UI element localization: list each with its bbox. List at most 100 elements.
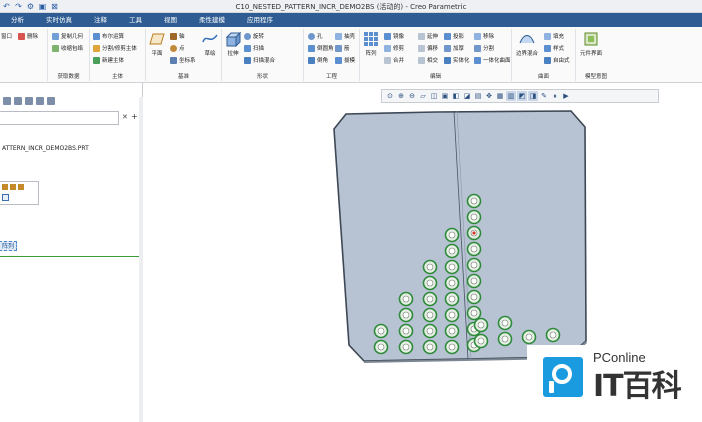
edit-definition-icon[interactable] [2, 184, 8, 190]
insert-indicator[interactable] [0, 256, 140, 257]
fill-label: 填充 [553, 34, 565, 40]
datum-display-icon[interactable]: ◪ [462, 91, 472, 101]
shell-button[interactable]: 抽壳 [335, 32, 355, 40]
saved-views-icon[interactable]: ▣ [440, 91, 450, 101]
annotation-icon[interactable]: ✎ [539, 91, 549, 101]
datum-group-label[interactable]: 基准 [146, 72, 221, 80]
csys-label: 坐标系 [179, 58, 196, 64]
body-group-label[interactable]: 主体 [90, 72, 145, 80]
annotation-display-icon[interactable]: ▤ [473, 91, 483, 101]
fill-button[interactable]: 填充 [544, 32, 564, 40]
tab-analysis[interactable]: 分析 [0, 13, 35, 27]
surfaces-group-label[interactable]: 曲面 [512, 72, 575, 80]
chamfer-button[interactable]: 倒角 [308, 56, 328, 64]
add-column-icon[interactable]: + [131, 112, 138, 121]
thicken-button[interactable]: 加厚 [444, 44, 464, 52]
extend-label: 延伸 [427, 34, 439, 40]
editing-group-label[interactable]: 编辑 [360, 72, 511, 80]
zoom-out-icon[interactable]: ⊖ [407, 91, 417, 101]
new-body-button[interactable]: 新建主体 [93, 56, 124, 64]
hole [466, 257, 482, 273]
clear-search-icon[interactable]: ✕ [122, 113, 128, 121]
solidify-button[interactable]: 实体化 [444, 56, 470, 64]
revolve-button[interactable]: 旋转 [244, 32, 264, 40]
intersect-button[interactable]: 相交 [418, 56, 438, 64]
delete-button[interactable]: 删除 [18, 32, 38, 40]
model-intent-group-label[interactable]: 模型意图 [576, 72, 616, 80]
round-button[interactable]: 倒圆角 [308, 44, 334, 52]
model-tree-icon[interactable] [3, 97, 11, 105]
shrinkwrap-button[interactable]: 收缩包络 [52, 44, 83, 52]
shapes-group-label[interactable]: 形状 [222, 72, 303, 80]
csys-icon [170, 56, 177, 64]
component-interface-button[interactable]: 元件界面 [580, 31, 602, 57]
part-name[interactable]: ATTERN_INCR_DEMO2BS.PRT [2, 145, 89, 152]
split-trim-body-button[interactable]: 分割/修剪主体 [93, 44, 137, 52]
point-display-icon[interactable]: ◩ [517, 91, 527, 101]
edit-dimensions-icon[interactable] [10, 184, 16, 190]
pause-icon[interactable]: ⏸ [550, 91, 560, 101]
window-button[interactable]: 窗口 [1, 32, 12, 40]
axis-icon [170, 32, 177, 40]
spin-center-icon[interactable]: ✥ [484, 91, 494, 101]
split-button[interactable]: 分割 [474, 44, 494, 52]
rib-button[interactable]: 筋 [335, 44, 350, 52]
pattern-origin-marker [472, 231, 476, 235]
boundary-blend-label: 边界混合 [516, 51, 539, 57]
get-data-group-label[interactable]: 获取数据 [48, 72, 89, 80]
settings-icon[interactable] [36, 97, 44, 105]
axis-display-icon[interactable]: ▥ [506, 91, 516, 101]
project-button[interactable]: 投影 [444, 32, 464, 40]
csys-button[interactable]: 坐标系 [170, 56, 196, 64]
mirror-button[interactable]: 镜像 [384, 32, 404, 40]
csys-display-icon[interactable]: ◨ [528, 91, 538, 101]
zoom-in-icon[interactable]: ⊕ [396, 91, 406, 101]
tab-flexible-modeling[interactable]: 柔性建模 [188, 13, 236, 27]
suppress-icon[interactable] [18, 184, 24, 190]
view-orient-icon[interactable]: ◫ [429, 91, 439, 101]
extend-button[interactable]: 延伸 [418, 32, 438, 40]
boundary-blend-button[interactable]: 边界混合 [516, 31, 538, 57]
play-icon[interactable]: ▶ [561, 91, 571, 101]
point-button[interactable]: 点 [170, 44, 185, 52]
model-tree-search-input[interactable] [0, 111, 119, 125]
sketch-button[interactable]: 草绘 [202, 31, 218, 57]
style-label: 样式 [553, 46, 565, 52]
offset-button[interactable]: 偏移 [418, 44, 438, 52]
show-icon[interactable] [47, 97, 55, 105]
tab-view[interactable]: 视图 [153, 13, 188, 27]
tab-live-simulation[interactable]: 实时仿真 [35, 13, 83, 27]
engineering-group-label[interactable]: 工程 [304, 72, 359, 80]
sweep-button[interactable]: 扫描 [244, 44, 264, 52]
zoom-fit-icon[interactable]: ⊙ [385, 91, 395, 101]
hole-button[interactable]: 孔 [308, 32, 323, 40]
copy-geometry-button[interactable]: 复制几何 [52, 32, 83, 40]
hole [422, 291, 438, 307]
folder-browser-icon[interactable] [14, 97, 22, 105]
pattern-feature-node[interactable]: 阵列 [0, 241, 18, 251]
tab-applications[interactable]: 应用程序 [236, 13, 284, 27]
pattern-button[interactable]: 阵列 [363, 31, 379, 57]
favorites-icon[interactable] [25, 97, 33, 105]
swept-blend-button[interactable]: 扫描混合 [244, 56, 275, 64]
repaint-icon[interactable]: ▱ [418, 91, 428, 101]
tab-tools[interactable]: 工具 [118, 13, 153, 27]
style-button[interactable]: 样式 [544, 44, 564, 52]
selection-checkbox[interactable] [2, 194, 9, 201]
hole [422, 339, 438, 355]
plane-button[interactable]: 平面 [149, 31, 165, 57]
plane-display-icon[interactable]: ▦ [495, 91, 505, 101]
model-tree-scrollbar[interactable] [139, 97, 143, 422]
extrude-button[interactable]: 拉伸 [225, 31, 241, 57]
axis-button[interactable]: 轴 [170, 32, 185, 40]
boolean-button[interactable]: 布尔运算 [93, 32, 124, 40]
tab-annotate[interactable]: 注释 [83, 13, 118, 27]
remove-button[interactable]: 移除 [474, 32, 494, 40]
unify-surface-button[interactable]: 一体化曲面 [474, 56, 511, 64]
trim-button[interactable]: 修剪 [384, 44, 404, 52]
component-interface-icon [584, 32, 598, 46]
freeform-button[interactable]: 自由式 [544, 56, 570, 64]
draft-button[interactable]: 拔模 [335, 56, 355, 64]
display-style-icon[interactable]: ◧ [451, 91, 461, 101]
merge-button[interactable]: 合并 [384, 56, 404, 64]
